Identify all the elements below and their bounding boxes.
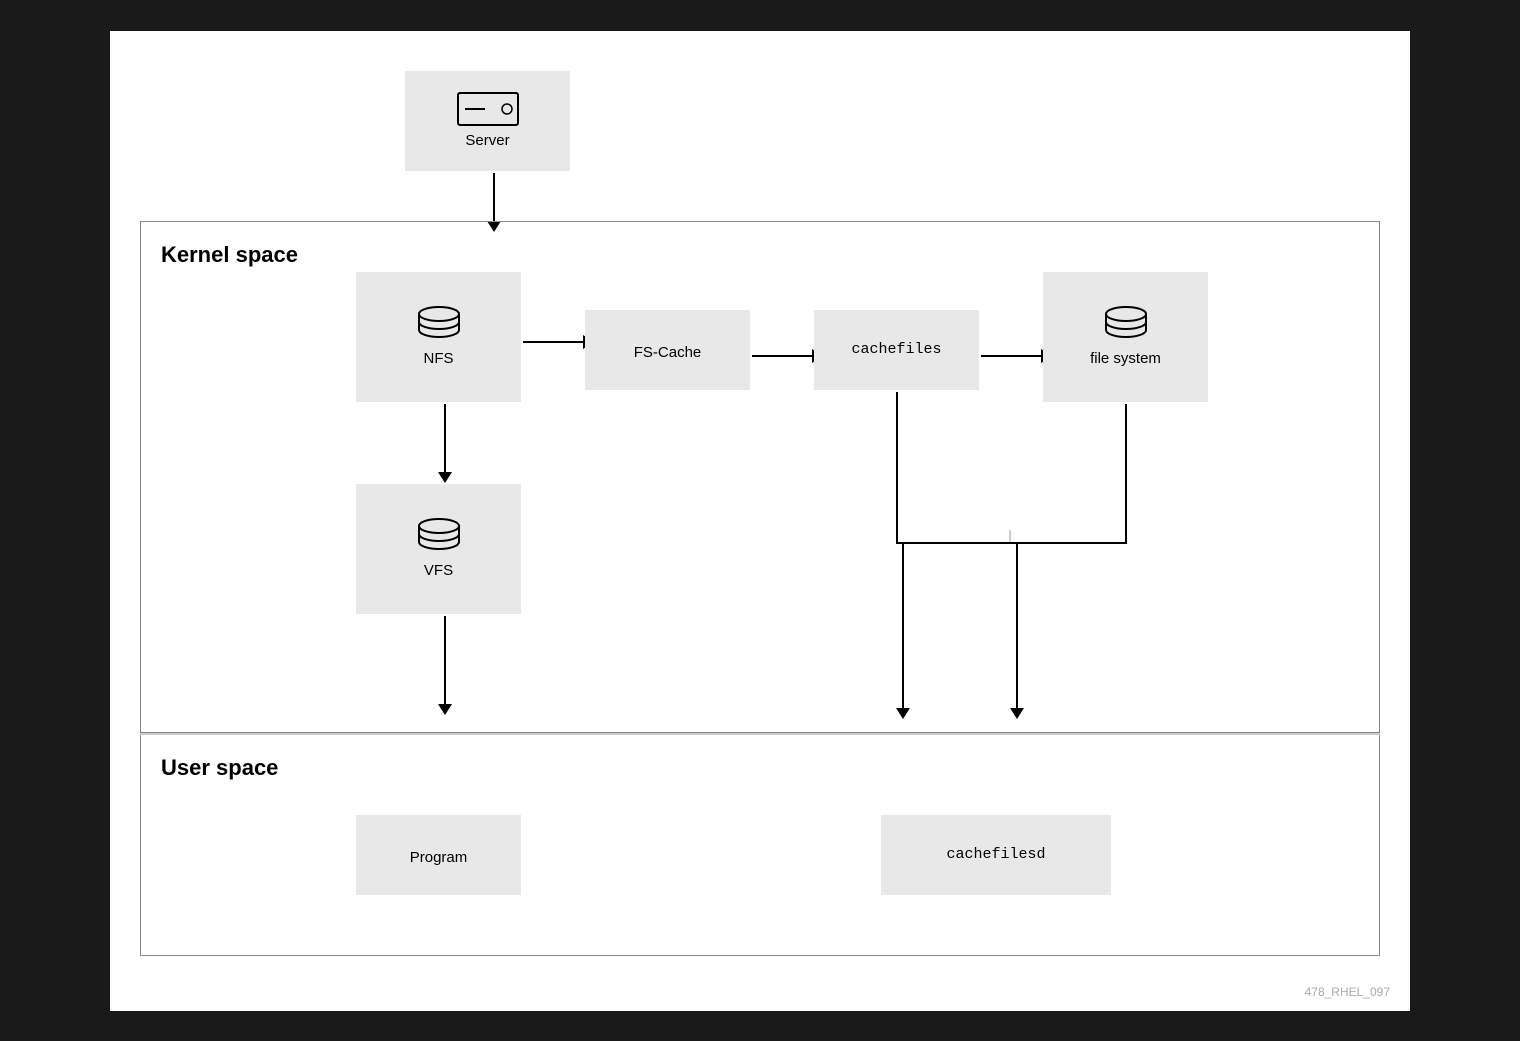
user-content: Program cachefilesd <box>161 765 1359 925</box>
vfs-db-icon <box>415 518 463 556</box>
nfs-db-icon <box>415 306 463 344</box>
cachefilesd-label: cachefilesd <box>946 846 1045 863</box>
kernel-content: NFS FS-Cache cachefiles <box>161 252 1359 702</box>
t-to-cachefilesd-arrow <box>1010 542 1024 720</box>
diagram-container: Server Kernel space NFS <box>110 31 1410 1011</box>
nfs-to-fscache-arrow <box>523 335 594 349</box>
fscache-to-cachefiles-arrow <box>752 349 823 363</box>
vfs-to-program-arrow <box>438 616 452 716</box>
nfs-label: NFS <box>424 350 454 367</box>
user-space-section: User space Program cachefilesd <box>140 735 1380 956</box>
cachefiles-to-filesystem-arrow <box>981 349 1052 363</box>
server-label: Server <box>465 132 509 149</box>
server-box: Server <box>405 71 570 171</box>
top-area: Server <box>140 61 1380 221</box>
filesystem-down-line <box>1125 404 1127 542</box>
cachefiles-box: cachefiles <box>814 310 979 390</box>
filesystem-db-icon <box>1102 306 1150 344</box>
cachefiles-to-cachefilesd-arrow <box>896 542 910 720</box>
cachefilesd-box: cachefilesd <box>881 815 1111 895</box>
cachefiles-down-line <box>896 392 898 542</box>
kernel-space-section: Kernel space NFS FS-Cache <box>140 221 1380 733</box>
nfs-to-vfs-arrow <box>438 404 452 484</box>
fscache-box: FS-Cache <box>585 310 750 390</box>
nfs-box: NFS <box>356 272 521 402</box>
watermark-text: 478_RHEL_097 <box>1305 985 1390 999</box>
server-icon <box>457 92 519 126</box>
filesystem-box: file system <box>1043 272 1208 402</box>
filesystem-label: file system <box>1090 350 1161 367</box>
program-box: Program <box>356 815 521 895</box>
cachefiles-label: cachefiles <box>851 341 941 358</box>
program-label: Program <box>410 849 468 866</box>
fscache-label: FS-Cache <box>634 344 702 361</box>
vfs-label: VFS <box>424 562 453 579</box>
dash-decoration <box>1009 530 1011 542</box>
vfs-box: VFS <box>356 484 521 614</box>
